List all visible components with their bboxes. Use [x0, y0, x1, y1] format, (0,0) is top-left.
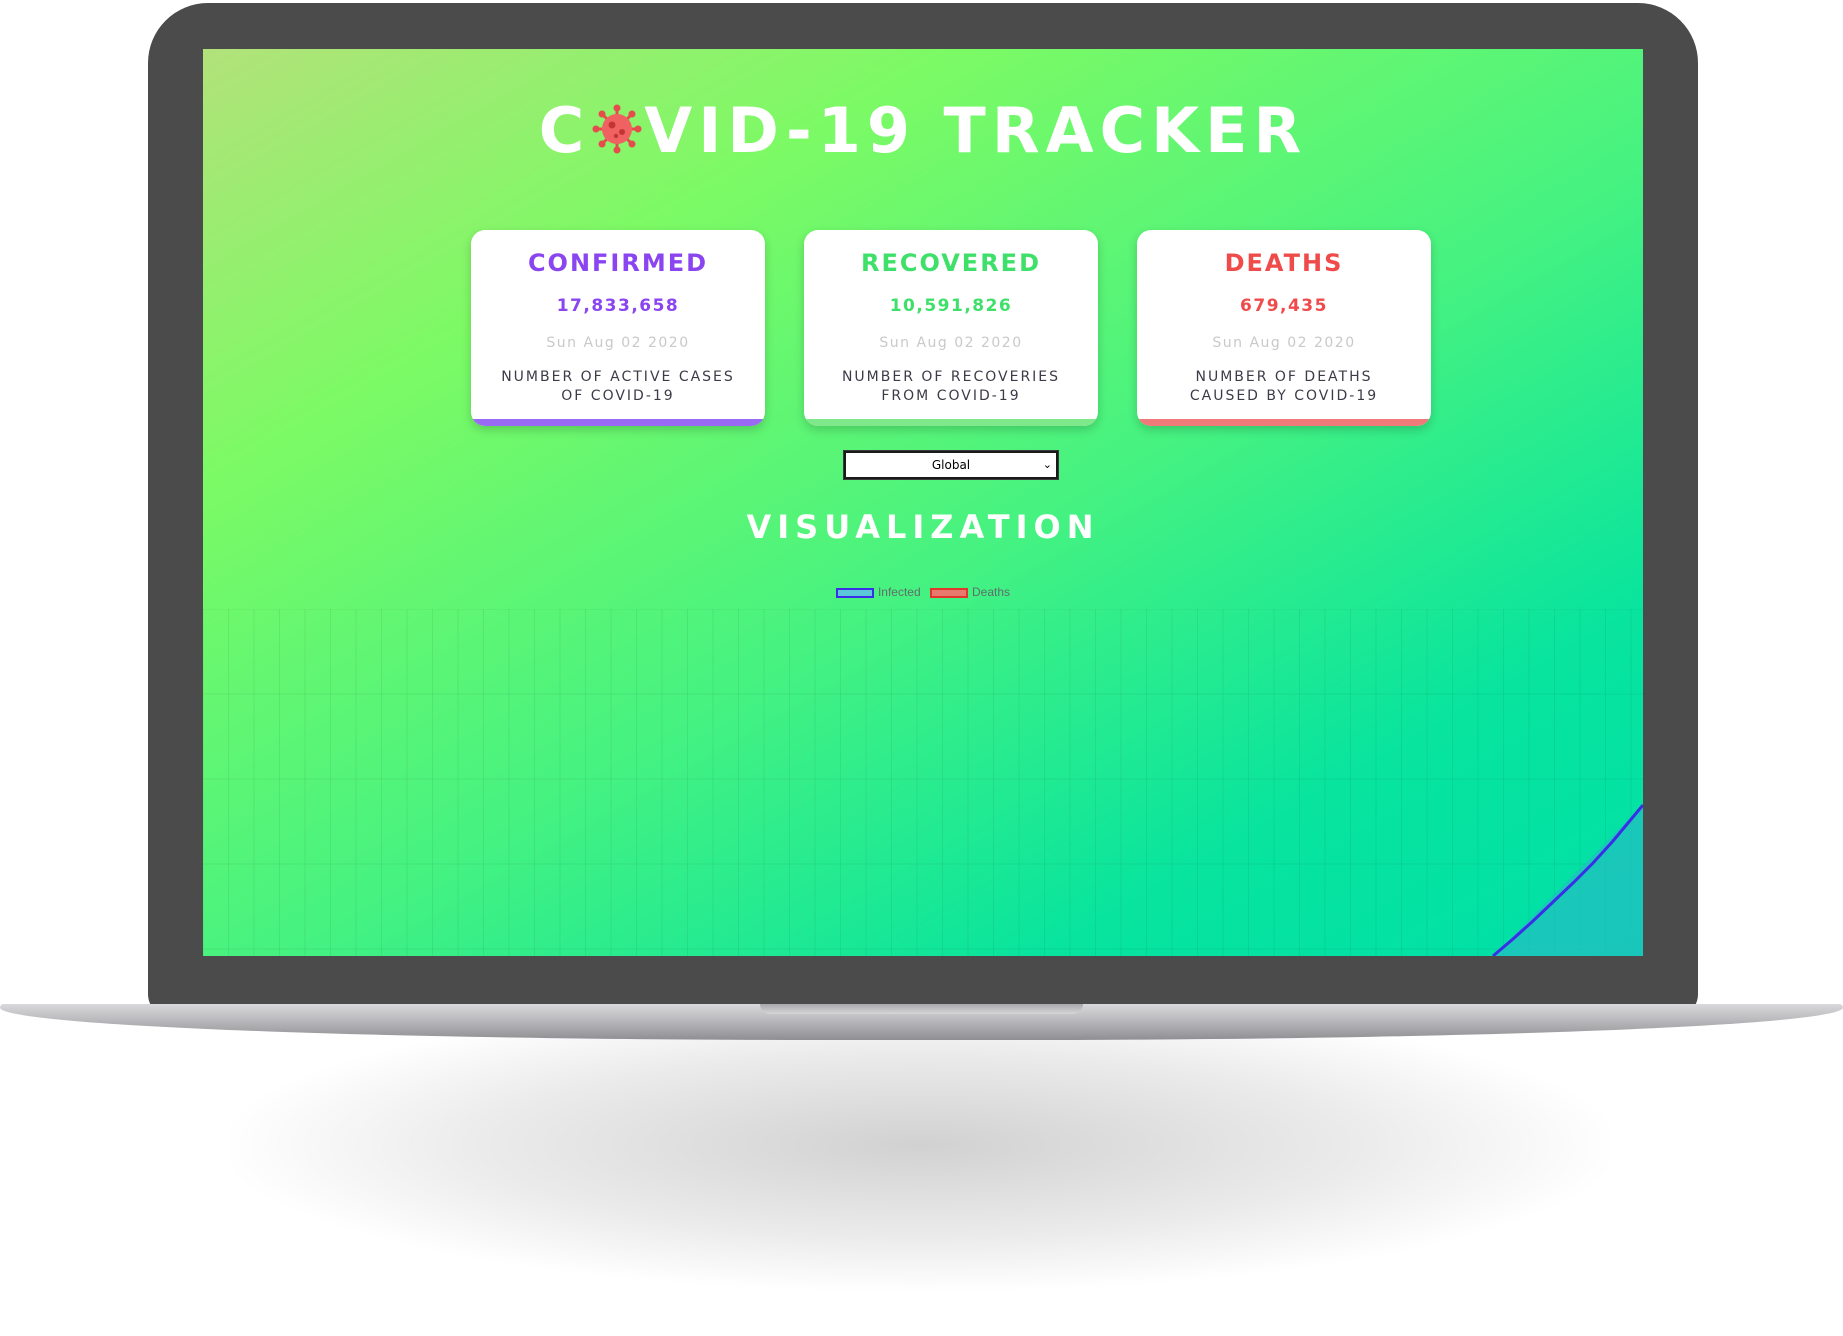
- country-select-value: Global: [931, 458, 971, 472]
- infection-chart: [203, 609, 1643, 956]
- deaths-heading: DEATHS: [1224, 249, 1344, 277]
- virus-icon: [592, 93, 642, 154]
- infected-area: [1493, 805, 1643, 956]
- chart-grid: [203, 609, 1643, 956]
- page-title: C VID-19 TRACKER: [203, 91, 1643, 171]
- deaths-card: DEATHS 679,435 Sun Aug 02 2020 NUMBER OF…: [1137, 230, 1431, 426]
- recovered-date: Sun Aug 02 2020: [879, 335, 1023, 351]
- confirmed-description-line: OF COVID-19: [561, 388, 675, 404]
- recovered-description-line: FROM COVID-19: [881, 388, 1021, 404]
- confirmed-card: CONFIRMED 17,833,658 Sun Aug 02 2020 NUM…: [471, 230, 765, 426]
- title-text-end: VID-19 TRACKER: [644, 94, 1308, 167]
- recovered-heading: RECOVERED: [860, 249, 1041, 277]
- chevron-down-icon: ⌄: [1042, 458, 1052, 471]
- deaths-accent-bar: [1137, 419, 1431, 426]
- app-screen: C VID-19 TRACKER CONFIRMED 17,833,658 Su…: [203, 49, 1643, 956]
- confirmed-accent-bar: [471, 419, 765, 426]
- legend-label-deaths: Deaths: [972, 585, 1011, 599]
- confirmed-description-line: NUMBER OF ACTIVE CASES: [501, 369, 735, 385]
- deaths-description-line: CAUSED BY COVID-19: [1189, 388, 1379, 404]
- visualization-heading: VISUALIZATION: [746, 508, 1100, 546]
- legend-item-deaths[interactable]: Deaths: [930, 585, 1010, 599]
- country-select[interactable]: Global ⌄: [843, 450, 1059, 480]
- chart-legend: Infected Deaths: [203, 585, 1643, 599]
- laptop-shadow: [230, 1000, 1610, 1290]
- recovered-accent-bar: [804, 419, 1098, 426]
- legend-swatch-infected: [835, 588, 874, 598]
- title-text-start: C: [538, 94, 591, 167]
- stats-cards: CONFIRMED 17,833,658 Sun Aug 02 2020 NUM…: [471, 230, 1431, 430]
- confirmed-count: 17,833,658: [556, 296, 680, 316]
- confirmed-heading: CONFIRMED: [527, 249, 709, 277]
- deaths-count: 679,435: [1240, 296, 1328, 316]
- confirmed-date: Sun Aug 02 2020: [546, 335, 690, 351]
- recovered-count: 10,591,826: [889, 296, 1013, 316]
- confirmed-description: NUMBER OF ACTIVE CASES OF COVID-19: [483, 368, 753, 406]
- legend-label-infected: Infected: [877, 585, 921, 599]
- legend-swatch-deaths: [930, 588, 968, 598]
- laptop-base-notch: [760, 1004, 1083, 1014]
- deaths-description: NUMBER OF DEATHS CAUSED BY COVID-19: [1149, 368, 1419, 406]
- recovered-description: NUMBER OF RECOVERIES FROM COVID-19: [816, 368, 1086, 406]
- recovered-description-line: NUMBER OF RECOVERIES: [841, 369, 1061, 385]
- deaths-description-line: NUMBER OF DEATHS: [1195, 369, 1373, 385]
- recovered-card: RECOVERED 10,591,826 Sun Aug 02 2020 NUM…: [804, 230, 1098, 426]
- legend-item-infected[interactable]: Infected: [835, 585, 921, 599]
- deaths-date: Sun Aug 02 2020: [1212, 335, 1356, 351]
